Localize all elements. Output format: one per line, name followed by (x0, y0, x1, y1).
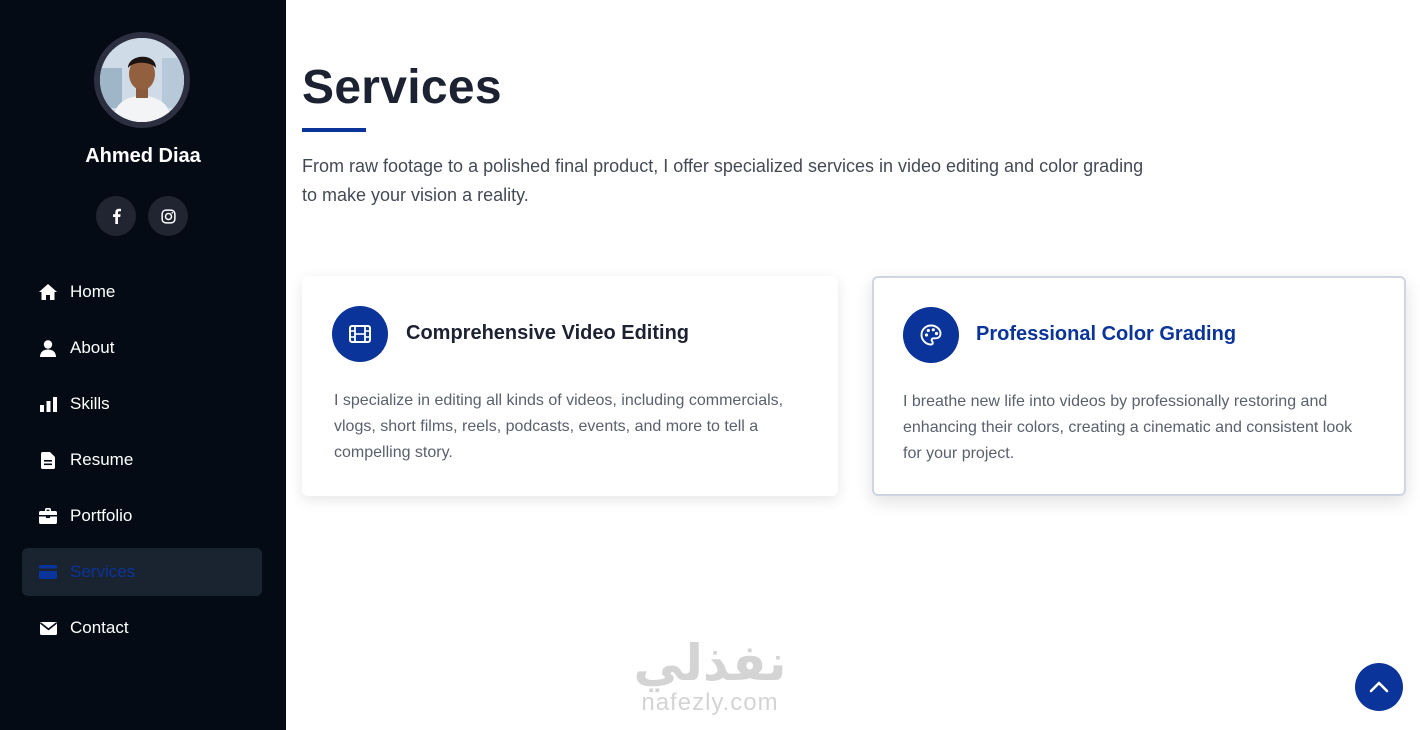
page-title: Services (302, 61, 502, 114)
nav-label: Skills (70, 394, 110, 413)
card-icon (39, 563, 57, 581)
nav-item-resume[interactable]: Resume (22, 436, 262, 484)
section-intro: From raw footage to a polished final pro… (302, 156, 1144, 205)
service-card-video-editing[interactable]: Comprehensive Video Editing I specialize… (302, 276, 838, 496)
instagram-icon (160, 208, 176, 224)
nav-label: About (70, 338, 115, 357)
nav-item-services[interactable]: Services (22, 548, 262, 596)
nav-label: Home (70, 282, 116, 301)
nav-item-about[interactable]: About (22, 324, 262, 372)
avatar (94, 32, 190, 128)
palette-icon (903, 307, 959, 363)
nav-item-contact[interactable]: Contact (22, 604, 262, 652)
nav-label: Contact (70, 618, 129, 637)
home-icon (39, 283, 57, 301)
service-card-color-grading[interactable]: Professional Color Grading I breathe new… (872, 276, 1406, 496)
back-to-top-button[interactable] (1355, 663, 1403, 711)
bar-chart-icon (39, 395, 57, 413)
nav-label: Portfolio (70, 506, 133, 525)
nav-item-portfolio[interactable]: Portfolio (22, 492, 262, 540)
card-description: I breathe new life into videos by profes… (903, 393, 1353, 462)
chevron-up-icon (1369, 681, 1389, 693)
user-icon (39, 339, 57, 357)
facebook-icon (112, 208, 121, 224)
nav-item-skills[interactable]: Skills (22, 380, 262, 428)
sidebar: Ahmed Diaa Home About Skills Resume Port… (0, 0, 286, 730)
facebook-link[interactable] (96, 196, 136, 236)
nav-label: Services (70, 562, 136, 581)
film-icon (332, 306, 388, 362)
instagram-link[interactable] (148, 196, 188, 236)
title-underline (302, 128, 366, 132)
watermark-arabic: نفذلي (633, 635, 787, 691)
nav-label: Resume (70, 450, 134, 469)
nav-item-home[interactable]: Home (22, 268, 262, 316)
document-icon (39, 451, 57, 469)
watermark-url: nafezly.com (641, 689, 779, 716)
card-title: Comprehensive Video Editing (406, 322, 690, 344)
envelope-icon (39, 619, 57, 637)
card-title: Professional Color Grading (976, 323, 1237, 345)
briefcase-icon (39, 507, 57, 525)
card-description: I specialize in editing all kinds of vid… (334, 392, 784, 461)
watermark: نفذلي nafezly.com (620, 636, 800, 716)
profile-name: Ahmed Diaa (85, 145, 201, 167)
